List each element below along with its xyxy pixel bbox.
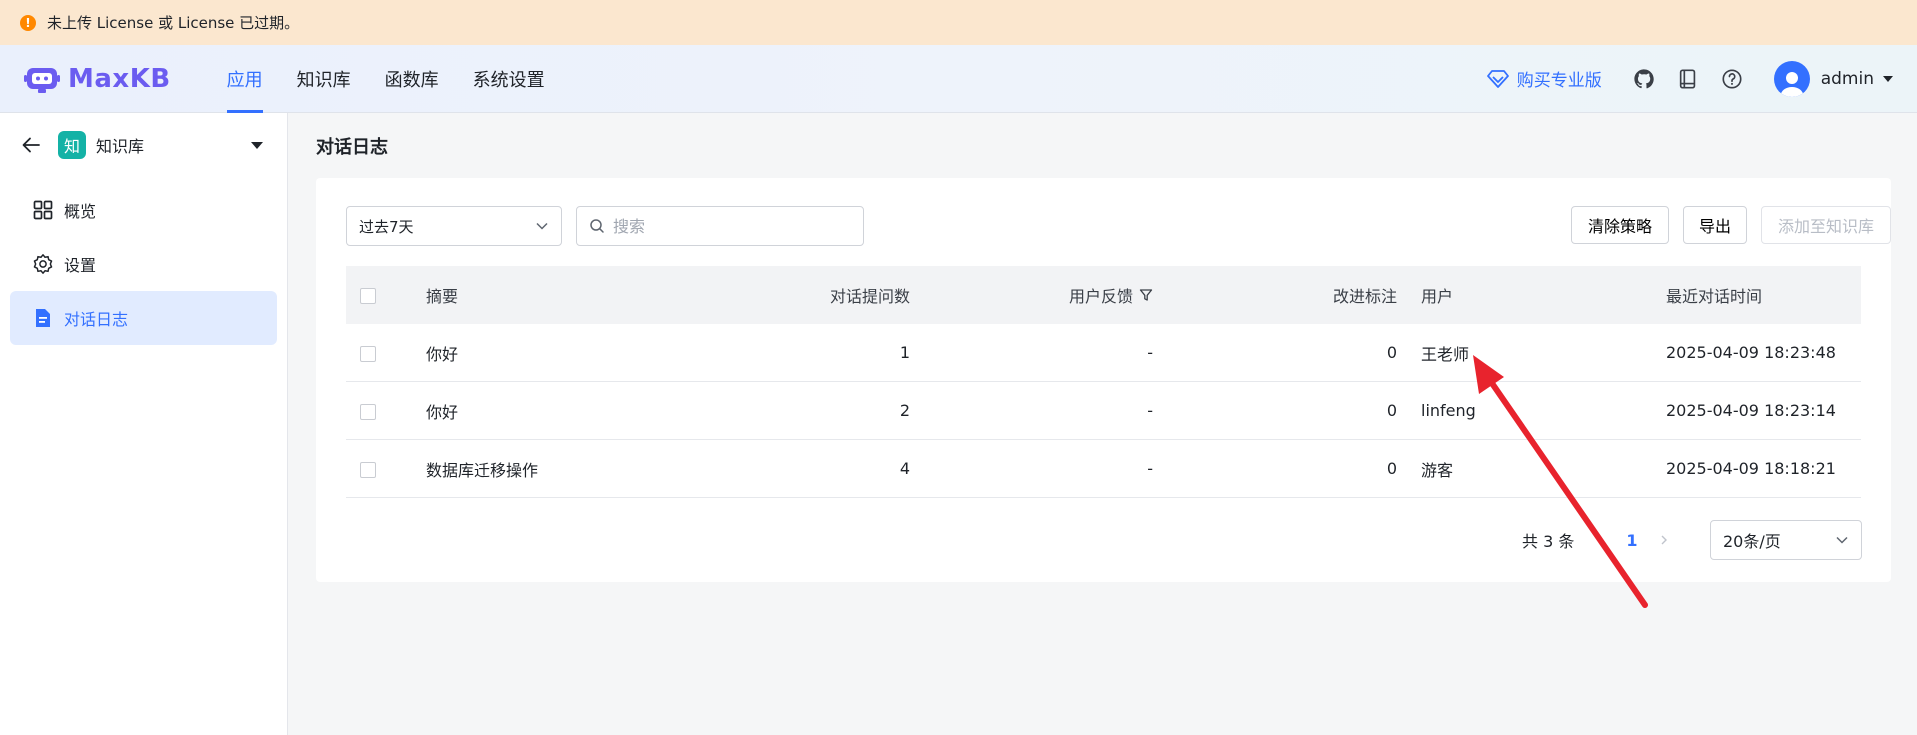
cell-improve: 0 (1386, 459, 1397, 478)
sidebar-item-label: 设置 (64, 256, 97, 275)
table-row[interactable]: 数据库迁移操作 4 - 0 游客 2025-04-09 18:18:21 (346, 440, 1861, 498)
cell-user: 王老师 (1421, 344, 1470, 364)
github-icon[interactable] (1632, 67, 1656, 91)
warning-icon: ! (20, 14, 36, 31)
kb-badge: 知 (58, 131, 86, 159)
clear-strategy-button[interactable]: 清除策略 (1571, 206, 1669, 244)
caret-down-icon (1883, 75, 1893, 82)
sidebar-menu: 概览 设置 对话日志 (0, 183, 287, 345)
chevron-right-icon[interactable] (1652, 520, 1676, 560)
chat-log-card: 过去7天 清除策略 导出 添加至知识库 摘要 对话提问数 用户反馈 (316, 178, 1891, 582)
logo[interactable]: MaxKB (24, 64, 171, 94)
cell-questions: 2 (899, 401, 910, 420)
back-arrow-icon[interactable] (20, 134, 42, 156)
cell-feedback: - (1147, 459, 1153, 478)
table-row[interactable]: 你好 2 - 0 linfeng 2025-04-09 18:23:14 (346, 382, 1861, 440)
document-icon (36, 309, 50, 327)
header-last-time: 最近对话时间 (1666, 287, 1763, 306)
header-questions: 对话提问数 (829, 287, 910, 306)
chat-log-table: 摘要 对话提问数 用户反馈 改进标注 用户 最近对话时间 你好 1 - 0 王老… (346, 266, 1861, 498)
gear-icon (33, 254, 53, 274)
user-menu[interactable]: admin (1773, 60, 1893, 97)
top-navbar: MaxKB 应用 知识库 函数库 系统设置 购买专业版 admin (0, 45, 1917, 113)
sidebar: 知 知识库 概览 设置 对话日志 (0, 113, 288, 735)
row-checkbox[interactable] (360, 403, 376, 420)
cell-improve: 0 (1386, 343, 1397, 362)
license-alert: ! 未上传 License 或 License 已过期。 (0, 0, 1917, 45)
total-count: 共 3 条 (1522, 532, 1575, 551)
pagination: 共 3 条 1 20条/页 (346, 520, 1862, 560)
cell-last-time: 2025-04-09 18:23:14 (1666, 401, 1836, 420)
header-feedback-cell: 用户反馈 (922, 283, 1165, 307)
nav-item-functions[interactable]: 函数库 (385, 45, 439, 113)
user-icon (1779, 71, 1804, 97)
license-alert-text: 未上传 License 或 License 已过期。 (47, 14, 300, 32)
username: admin (1820, 68, 1874, 89)
chevron-down-icon (1836, 536, 1848, 544)
grid-icon (33, 200, 53, 220)
cell-last-time: 2025-04-09 18:18:21 (1666, 459, 1836, 478)
table-row[interactable]: 你好 1 - 0 王老师 2025-04-09 18:23:48 (346, 324, 1861, 382)
main-content: 对话日志 过去7天 清除策略 导出 添加至知识库 摘要 对话提问数 用户 (289, 113, 1917, 735)
header-feedback: 用户反馈 (1068, 287, 1133, 306)
cell-summary: 你好 (426, 402, 459, 422)
filter-icon[interactable] (1139, 288, 1153, 302)
sidebar-item-overview[interactable]: 概览 (10, 183, 277, 237)
page-size-select[interactable]: 20条/页 (1710, 520, 1862, 560)
cell-questions: 4 (899, 459, 910, 478)
export-button[interactable]: 导出 (1683, 206, 1747, 244)
search-icon (590, 219, 604, 233)
page-size-value: 20条/页 (1723, 532, 1781, 551)
diamond-icon (1486, 69, 1509, 88)
row-checkbox[interactable] (360, 345, 376, 362)
search-input[interactable] (613, 216, 843, 236)
chevron-down-icon (536, 222, 548, 230)
sidebar-item-chat-log[interactable]: 对话日志 (10, 291, 277, 345)
search-box[interactable] (576, 206, 864, 246)
sidebar-item-label: 概览 (64, 202, 97, 221)
page-number[interactable]: 1 (1622, 520, 1642, 560)
caret-down-icon[interactable] (251, 141, 263, 149)
time-range-value: 过去7天 (359, 217, 414, 236)
buy-pro-button[interactable]: 购买专业版 (1486, 66, 1602, 91)
cell-feedback: - (1147, 401, 1153, 420)
time-range-select[interactable]: 过去7天 (346, 206, 562, 246)
header-summary: 摘要 (426, 287, 459, 306)
table-header: 摘要 对话提问数 用户反馈 改进标注 用户 最近对话时间 (346, 266, 1861, 324)
kb-selector: 知 知识库 (0, 113, 287, 177)
add-to-kb-button[interactable]: 添加至知识库 (1761, 206, 1891, 244)
toolbar: 过去7天 清除策略 导出 添加至知识库 (346, 206, 1891, 246)
cell-summary: 数据库迁移操作 (426, 460, 539, 480)
select-all-checkbox[interactable] (360, 288, 376, 304)
cell-last-time: 2025-04-09 18:23:48 (1666, 343, 1836, 362)
header-actions: 购买专业版 admin (1486, 60, 1893, 97)
cell-summary: 你好 (426, 344, 459, 364)
robot-logo-icon (24, 65, 60, 93)
cell-questions: 1 (899, 343, 910, 362)
cell-user: 游客 (1421, 460, 1454, 480)
cell-user: linfeng (1421, 401, 1476, 420)
page-title: 对话日志 (316, 137, 388, 158)
row-checkbox[interactable] (360, 461, 376, 478)
header-improve: 改进标注 (1332, 287, 1397, 306)
sidebar-item-label: 对话日志 (64, 310, 129, 329)
nav-item-knowledge[interactable]: 知识库 (297, 45, 351, 113)
avatar (1773, 60, 1810, 97)
book-icon[interactable] (1676, 67, 1700, 91)
help-icon[interactable] (1720, 67, 1744, 91)
cell-improve: 0 (1386, 401, 1397, 420)
header-user: 用户 (1421, 287, 1454, 306)
cell-feedback: - (1147, 343, 1153, 362)
main-nav: 应用 知识库 函数库 系统设置 (226, 45, 579, 113)
kb-name: 知识库 (96, 137, 145, 156)
buy-pro-label: 购买专业版 (1516, 71, 1602, 91)
nav-item-apps[interactable]: 应用 (226, 45, 263, 113)
logo-text: MaxKB (68, 63, 171, 94)
sidebar-item-settings[interactable]: 设置 (10, 237, 277, 291)
nav-item-settings[interactable]: 系统设置 (473, 45, 545, 113)
